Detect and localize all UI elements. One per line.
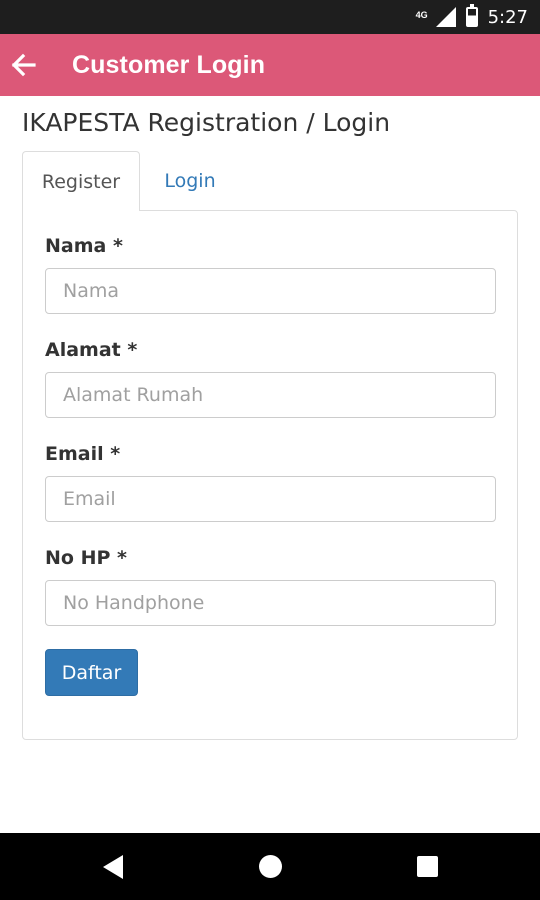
- system-nav-bar: [0, 833, 540, 900]
- nama-input[interactable]: [45, 268, 496, 314]
- arrow-left-icon: [11, 53, 36, 77]
- nav-home-icon[interactable]: [259, 855, 282, 878]
- back-button[interactable]: [0, 34, 46, 96]
- battery-icon: [465, 4, 478, 27]
- cell-signal-icon: [435, 7, 456, 27]
- email-label: Email *: [45, 443, 121, 465]
- status-bar: 4G 5:27: [0, 0, 540, 34]
- status-time: 5:27: [487, 6, 528, 28]
- no-hp-label: No HP *: [45, 547, 127, 569]
- no-hp-input[interactable]: [45, 580, 496, 626]
- tab-register[interactable]: Register: [22, 151, 140, 211]
- page-heading: IKAPESTA Registration / Login: [22, 108, 391, 137]
- app-bar-title: Customer Login: [72, 50, 266, 79]
- alamat-label: Alamat *: [45, 339, 138, 361]
- nav-recents-icon[interactable]: [417, 856, 438, 877]
- register-form-panel: Nama * Alamat * Email * No HP * Daftar: [22, 210, 518, 740]
- nav-back-icon[interactable]: [103, 855, 123, 879]
- email-input[interactable]: [45, 476, 496, 522]
- tab-login[interactable]: Login: [150, 151, 230, 211]
- nama-label: Nama *: [45, 235, 123, 257]
- daftar-button[interactable]: Daftar: [45, 649, 138, 696]
- alamat-input[interactable]: [45, 372, 496, 418]
- app-bar: Customer Login: [0, 34, 540, 96]
- tab-bar: Register Login: [22, 151, 518, 211]
- network-indicator: 4G: [415, 10, 428, 20]
